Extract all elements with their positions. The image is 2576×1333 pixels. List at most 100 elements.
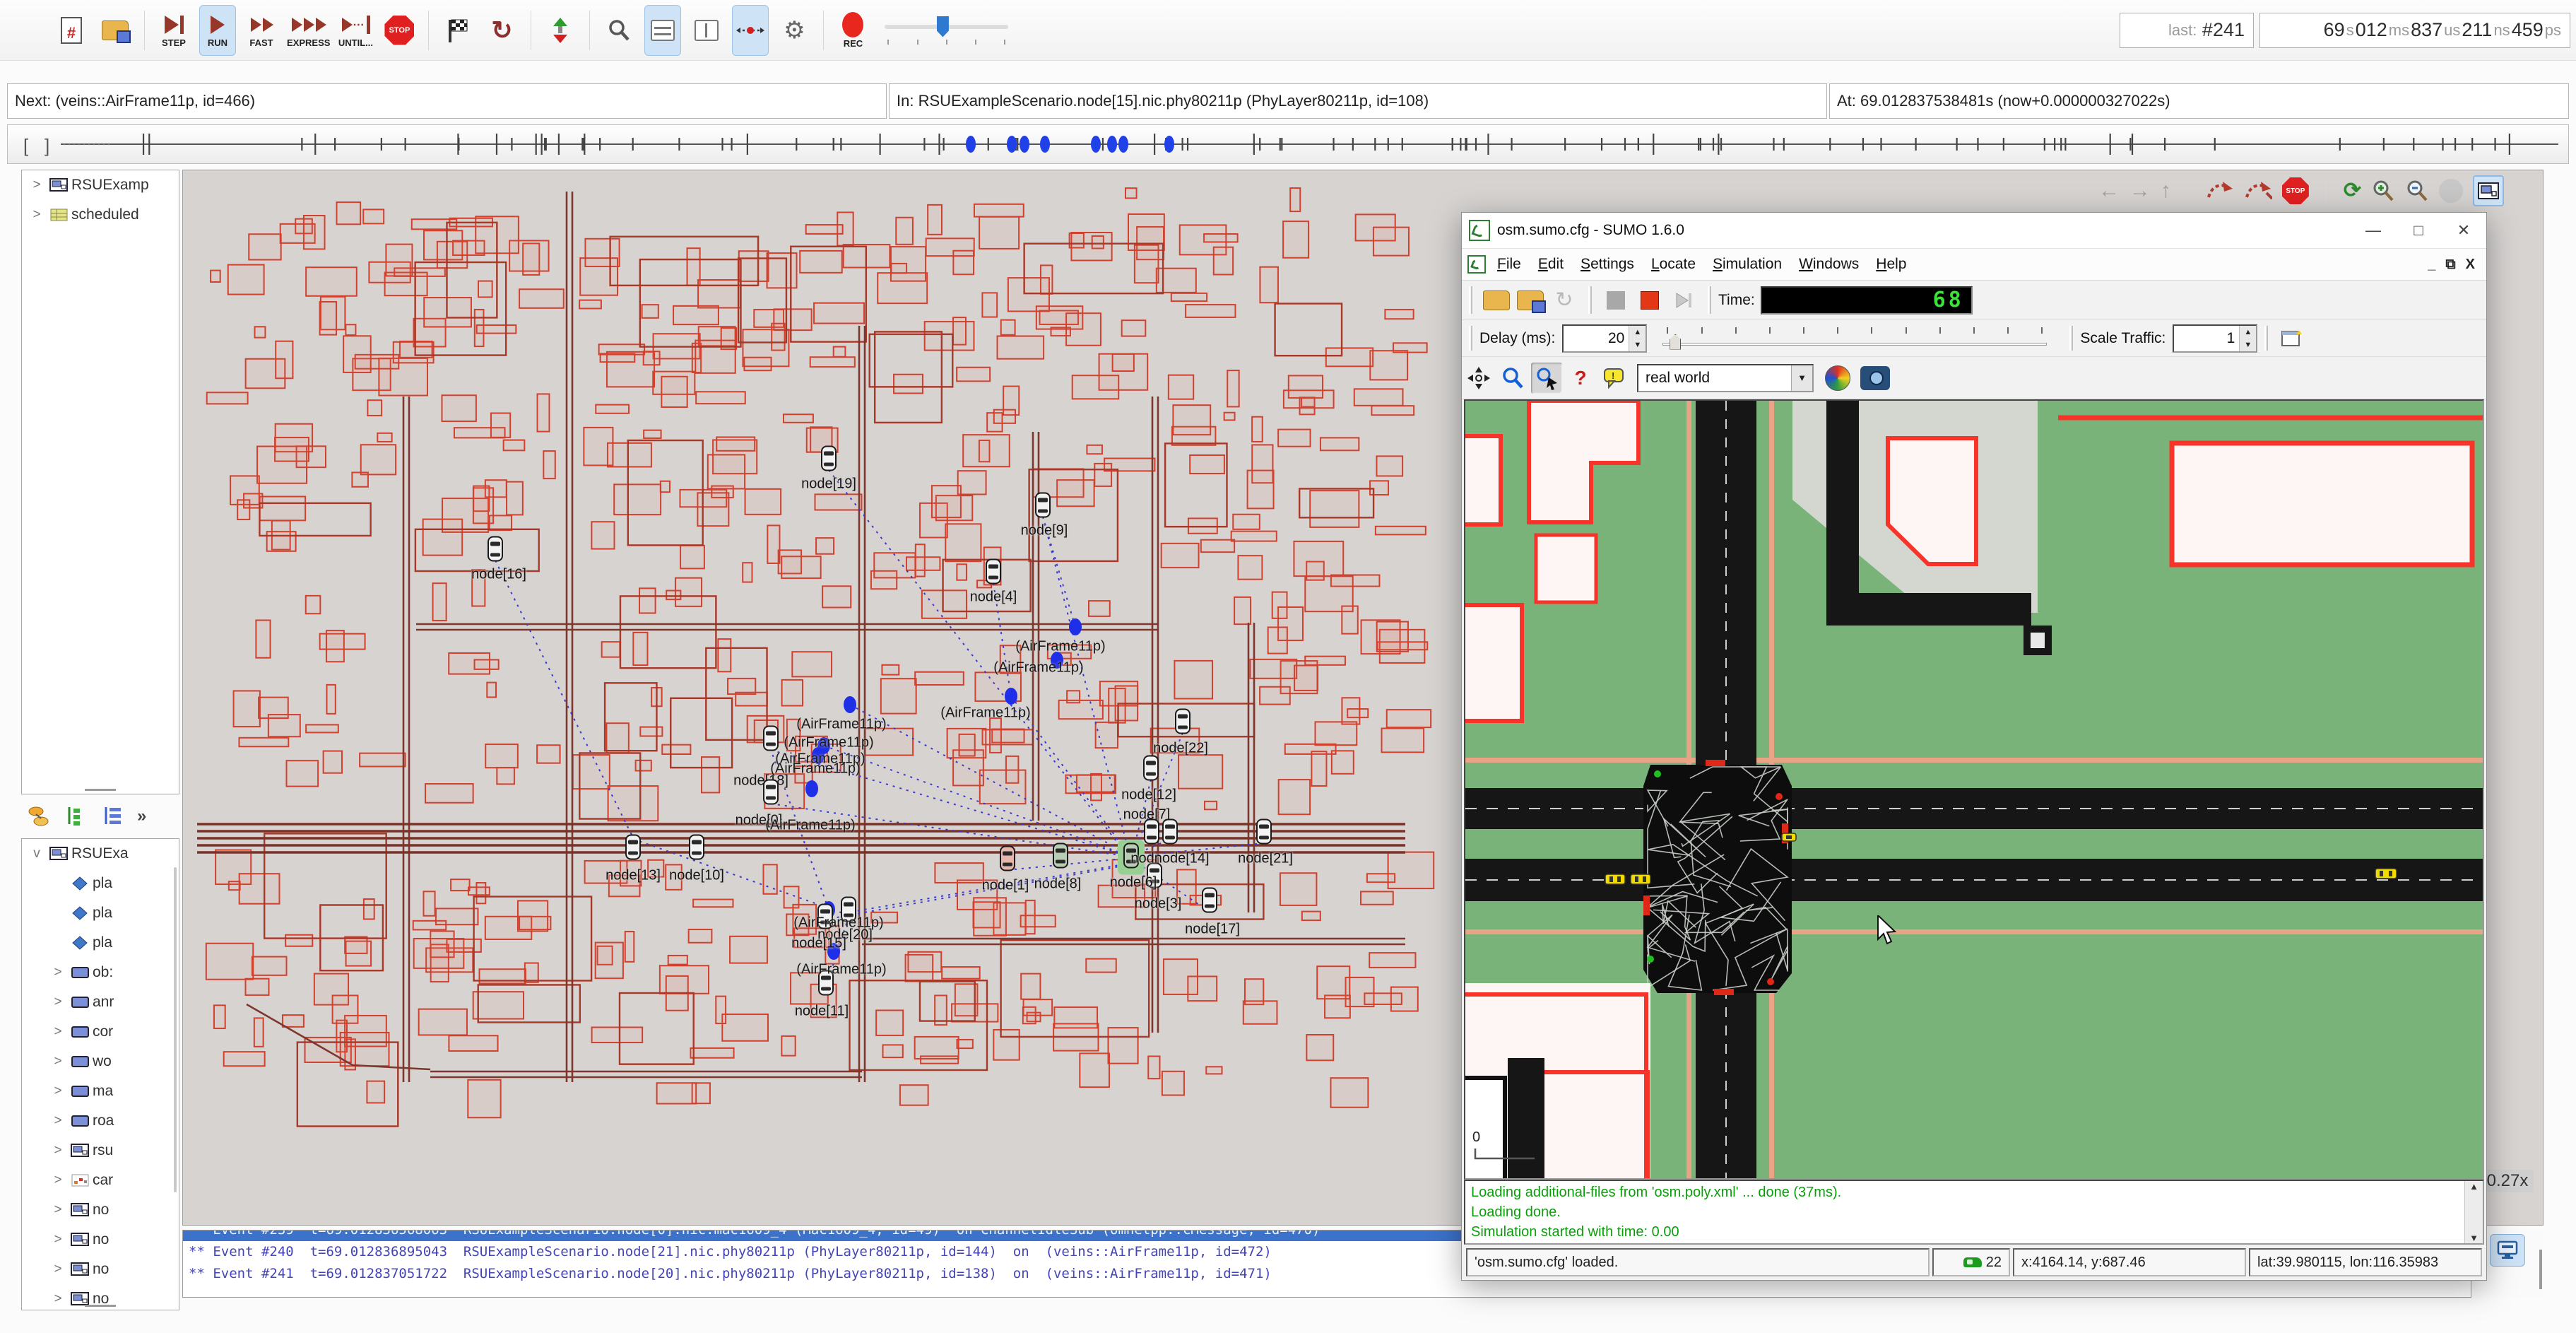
panel-resize-notch[interactable] <box>85 789 116 791</box>
graphical-mode-icon[interactable] <box>27 804 52 828</box>
module-item-car-11[interactable]: >car <box>22 1165 179 1195</box>
redraw-icon[interactable]: ⟳ <box>2344 180 2361 201</box>
airframe-dot[interactable] <box>844 696 856 713</box>
node-car-node4[interactable] <box>984 559 1003 588</box>
expand-chevron[interactable]: > <box>47 1054 69 1069</box>
fast-until-module-icon[interactable] <box>2244 179 2272 203</box>
scroll-up-icon[interactable]: ▲ <box>2469 1181 2478 1192</box>
node-car-node21[interactable] <box>1255 819 1273 848</box>
load-ned-button[interactable] <box>97 5 134 56</box>
layout-split-vertical-button[interactable] <box>688 5 725 56</box>
expand-chevron[interactable]: > <box>47 965 69 980</box>
snapshot-button[interactable] <box>1860 366 1890 390</box>
inspect-tool-button[interactable] <box>1531 363 1562 394</box>
module-item-no-14[interactable]: >no <box>22 1255 179 1284</box>
sumo-vehicle[interactable] <box>1782 833 1796 841</box>
delay-spinbox[interactable]: 20 ▲▼ <box>1562 324 1647 353</box>
step-sim-button[interactable] <box>1668 285 1699 316</box>
menu-file[interactable]: File <box>1489 253 1530 276</box>
module-item-ma-8[interactable]: >ma <box>22 1076 179 1106</box>
node-car-node22[interactable] <box>1174 709 1192 738</box>
node-car-nodnode14[interactable] <box>1142 819 1179 848</box>
event-timeline[interactable]: [ ] <box>7 124 2569 164</box>
view-scheme-dropdown[interactable]: real world ▼ <box>1637 364 1814 392</box>
sumo-vehicle[interactable] <box>1631 874 1650 884</box>
module-item-RSUExa-0[interactable]: vRSUExa <box>22 839 179 869</box>
delay-slider[interactable] <box>1657 323 2052 354</box>
sumo-window[interactable]: osm.sumo.cfg - SUMO 1.6.0 — □ ✕ FileEdit… <box>1461 212 2487 1281</box>
node-car-node1[interactable] <box>998 846 1017 875</box>
menu-simulation[interactable]: Simulation <box>1704 253 1790 276</box>
expand-chevron[interactable]: > <box>47 1173 69 1188</box>
module-item-pla-2[interactable]: pla <box>22 898 179 928</box>
expand-chevron[interactable]: > <box>47 1113 69 1129</box>
toolbar-overflow-chevron[interactable]: » <box>137 806 146 826</box>
spin-buttons[interactable]: ▲▼ <box>2239 326 2256 351</box>
expand-chevron[interactable]: > <box>47 994 69 1010</box>
expand-chevron[interactable]: > <box>47 1143 69 1158</box>
module-item-anr-5[interactable]: >anr <box>22 987 179 1017</box>
record-eventlog-button[interactable]: REC <box>834 5 871 56</box>
run-until-button[interactable]: ⋯ UNTIL... <box>337 5 374 56</box>
sumo-map-view[interactable]: 0 <box>1464 399 2484 1180</box>
module-item-no-13[interactable]: >no <box>22 1225 179 1255</box>
setup-inifile-button[interactable]: # <box>53 5 90 56</box>
menu-edit[interactable]: Edit <box>1530 253 1572 276</box>
module-item-no-12[interactable]: >no <box>22 1195 179 1225</box>
node-car-node8[interactable] <box>1051 843 1070 872</box>
scroll-down-icon[interactable]: ▼ <box>2469 1233 2478 1243</box>
nav-item-RSUExamp-0[interactable]: >RSUExamp <box>22 170 179 200</box>
reload-button[interactable]: ↻ <box>1549 285 1580 316</box>
node-car-node17[interactable] <box>1200 888 1219 917</box>
module-item-roa-9[interactable]: >roa <box>22 1106 179 1136</box>
tooltip-toggle-button[interactable]: ! <box>1599 363 1630 394</box>
panel-resize-notch[interactable] <box>85 1305 116 1307</box>
back-icon[interactable]: ← <box>2098 180 2120 201</box>
node-car-node0[interactable] <box>762 780 780 809</box>
slider-handle[interactable] <box>937 16 949 37</box>
airframe-dot[interactable] <box>805 780 818 797</box>
run-button[interactable]: RUN <box>199 5 236 56</box>
restart-button[interactable]: ↻ <box>483 5 520 56</box>
module-item-pla-3[interactable]: pla <box>22 928 179 958</box>
conclude-simulation-button[interactable] <box>439 5 476 56</box>
zoom-out-icon[interactable] <box>2405 179 2429 203</box>
node-car-node10[interactable] <box>687 835 706 864</box>
slider-handle[interactable] <box>1670 334 1681 350</box>
spin-buttons[interactable]: ▲▼ <box>1629 326 1646 351</box>
node-car-node16[interactable] <box>486 536 504 565</box>
sumo-vehicle[interactable] <box>2375 869 2397 879</box>
expand-chevron[interactable]: > <box>47 1202 69 1218</box>
grouped-mode-icon[interactable] <box>100 804 126 828</box>
module-item-cor-6[interactable]: >cor <box>22 1017 179 1047</box>
stop-button[interactable]: STOP <box>381 5 418 56</box>
event-filter-button[interactable] <box>542 5 579 56</box>
sumo-titlebar[interactable]: osm.sumo.cfg - SUMO 1.6.0 — □ ✕ <box>1462 213 2486 248</box>
node-car-node9[interactable] <box>1034 493 1052 522</box>
new-view-button[interactable] <box>2276 323 2308 354</box>
node-car-node19[interactable] <box>820 446 838 475</box>
expand-chevron[interactable]: > <box>47 1232 69 1247</box>
forward-icon[interactable]: → <box>2129 180 2151 201</box>
open-config-button[interactable] <box>1481 285 1512 316</box>
recenter-view-button[interactable] <box>1463 363 1494 394</box>
menu-help[interactable]: Help <box>1867 253 1915 276</box>
mdi-close-button[interactable]: X <box>2466 257 2475 273</box>
express-run-button[interactable]: EXPRESS <box>287 5 330 56</box>
toggle-timeline-button[interactable] <box>732 5 769 56</box>
menu-settings[interactable]: Settings <box>1572 253 1643 276</box>
airframe-dot[interactable] <box>1069 618 1082 635</box>
menu-locate[interactable]: Locate <box>1643 253 1704 276</box>
show-module-inspector-button[interactable] <box>2473 175 2504 206</box>
node-car-node13[interactable] <box>624 835 642 864</box>
menu-windows[interactable]: Windows <box>1790 253 1867 276</box>
object-navigator-panel[interactable]: >RSUExamp>scheduled <box>21 170 179 794</box>
stop-icon[interactable]: STOP <box>2282 177 2309 204</box>
preferences-button[interactable]: ⚙ <box>776 5 813 56</box>
zoom-in-icon[interactable] <box>2371 179 2395 203</box>
toggle-log-view-button[interactable] <box>2490 1234 2525 1267</box>
tree-mode-icon[interactable] <box>64 804 89 828</box>
expand-chevron[interactable]: > <box>47 1291 69 1307</box>
node-car-node18[interactable] <box>762 726 780 755</box>
expand-chevron[interactable]: > <box>47 1024 69 1040</box>
